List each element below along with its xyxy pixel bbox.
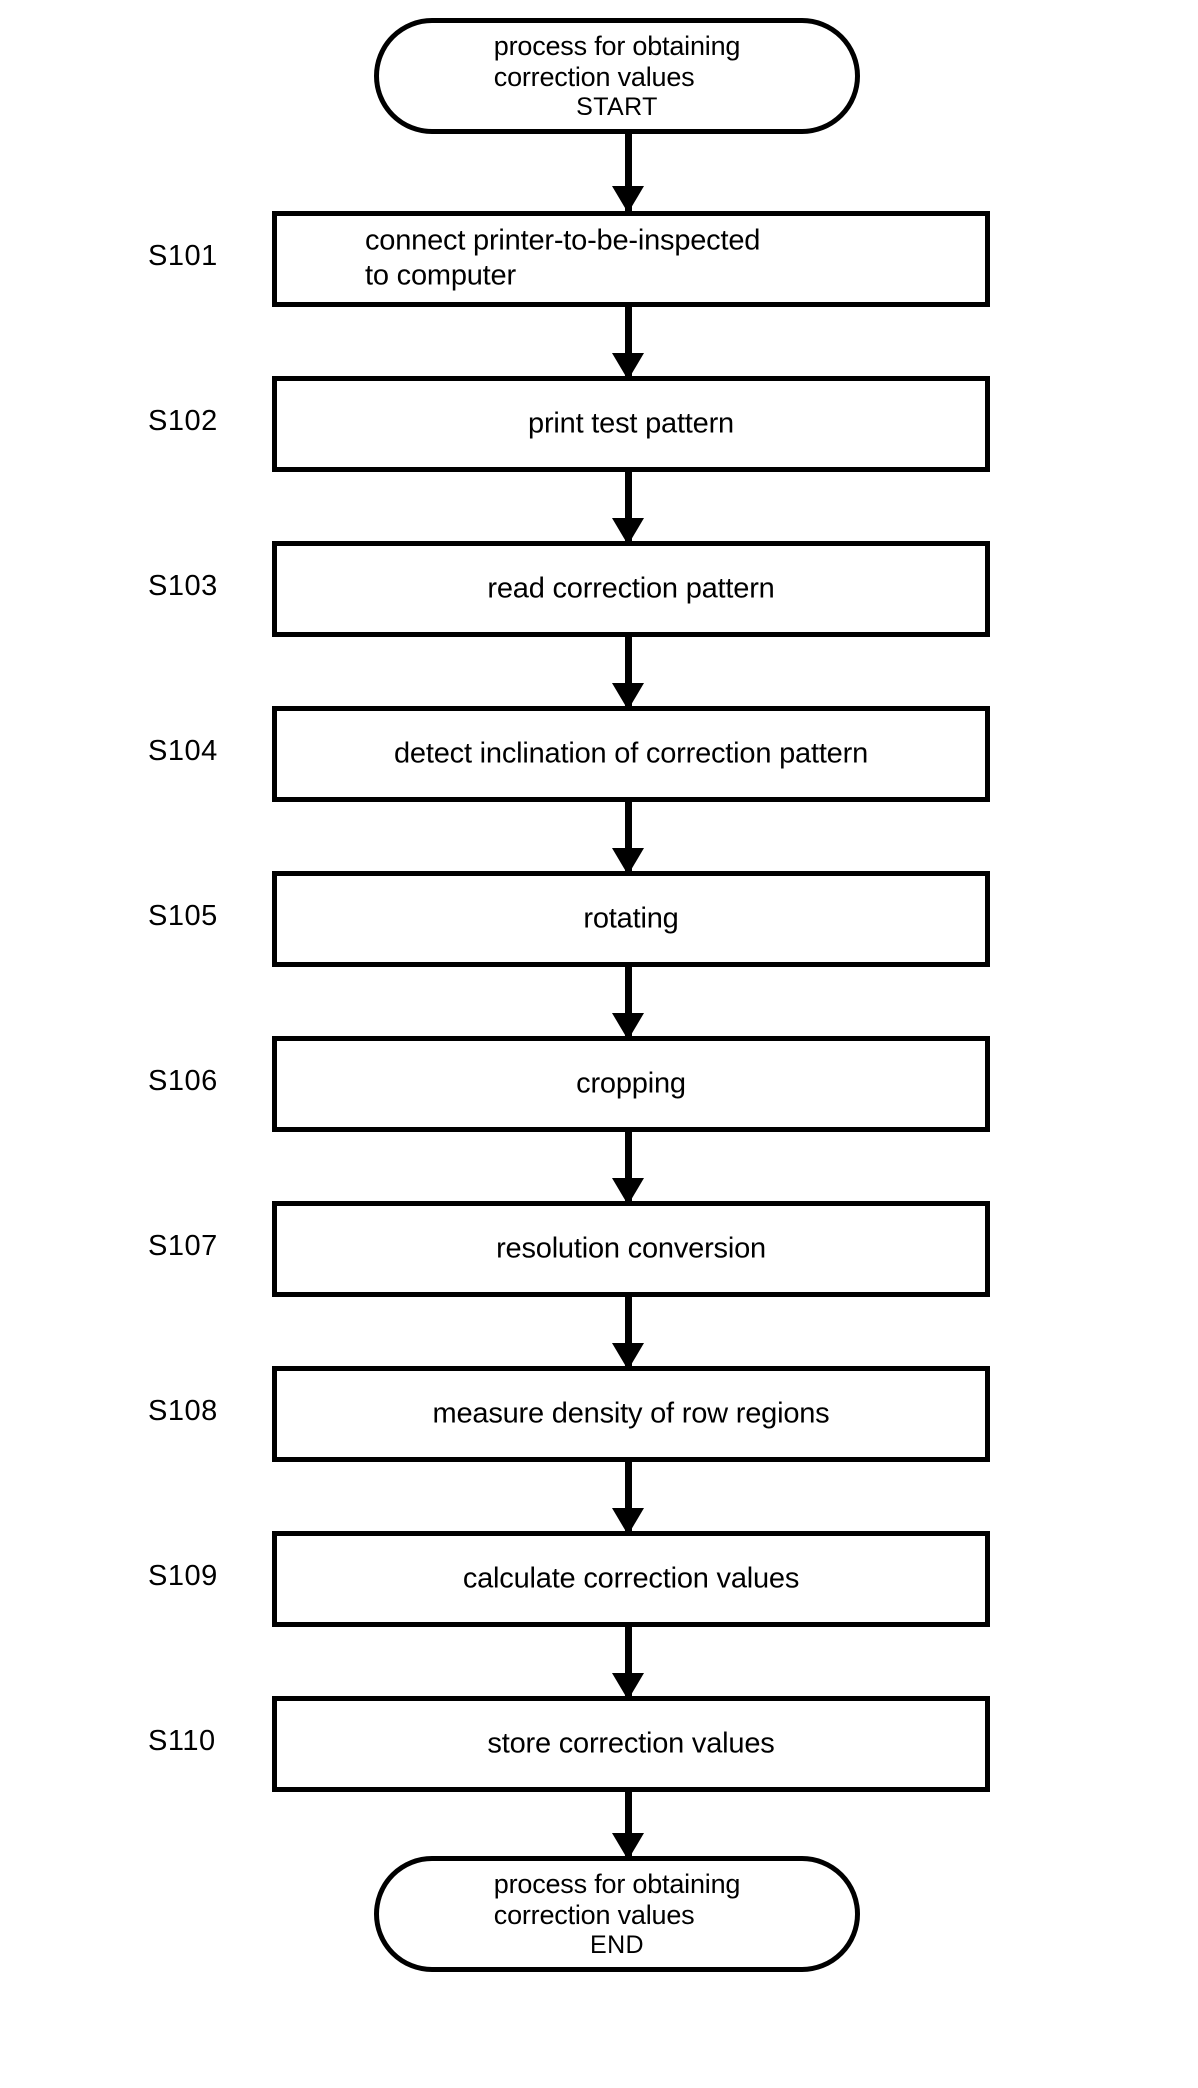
process-box-label: store correction values: [487, 1727, 775, 1760]
process-box-label: detect inclination of correction pattern: [394, 737, 868, 770]
process-box-s102: print test pattern: [272, 376, 990, 472]
step-label-s106: S106: [148, 1065, 218, 1097]
flow-connector-arrow: [612, 1295, 644, 1370]
process-box-s107: resolution conversion: [272, 1201, 990, 1297]
process-box-label: read correction pattern: [487, 572, 775, 605]
process-box-label: calculate correction values: [462, 1562, 800, 1595]
flow-connector-arrow: [612, 1790, 644, 1860]
process-box-label: connect printer-to-be-inspected to compu…: [365, 224, 761, 292]
step-label-s110: S110: [148, 1725, 216, 1757]
start-node-line-2: correction values: [493, 61, 695, 92]
start-node-line-1: process for obtaining: [493, 30, 741, 61]
flowchart-canvas: process for obtaining correction values …: [0, 0, 1198, 2088]
end-node-line-1: process for obtaining: [493, 1868, 741, 1899]
flow-connector-arrow: [612, 132, 644, 213]
arrow-head-icon: [612, 186, 644, 213]
step-label-s107: S107: [148, 1230, 218, 1262]
process-box-s104: detect inclination of correction pattern: [272, 706, 990, 802]
step-label-s109: S109: [148, 1560, 218, 1592]
flow-connector-arrow: [612, 1460, 644, 1535]
process-box-label: resolution conversion: [496, 1232, 766, 1265]
flow-connector-arrow: [612, 1130, 644, 1205]
process-box-s109: calculate correction values: [272, 1531, 990, 1627]
step-label-s103: S103: [148, 570, 218, 602]
process-box-s108: measure density of row regions: [272, 1366, 990, 1462]
flow-connector-arrow: [612, 635, 644, 710]
flow-connector-arrow: [612, 965, 644, 1040]
start-node-title: process for obtaining correction values: [493, 30, 741, 93]
process-box-s103: read correction pattern: [272, 541, 990, 637]
flow-connector-arrow: [612, 1625, 644, 1700]
start-node-state: START: [576, 92, 658, 121]
end-node-text: process for obtaining correction values …: [379, 1869, 855, 1959]
process-box-label: measure density of row regions: [432, 1397, 830, 1430]
flow-connector-arrow: [612, 800, 644, 875]
flow-connector-arrow: [612, 305, 644, 380]
step-label-s105: S105: [148, 900, 218, 932]
process-box-s106: cropping: [272, 1036, 990, 1132]
process-box-s105: rotating: [272, 871, 990, 967]
flowchart-end-node: process for obtaining correction values …: [374, 1856, 860, 1972]
step-label-s108: S108: [148, 1395, 218, 1427]
flowchart-start-node: process for obtaining correction values …: [374, 18, 860, 134]
process-box-label: cropping: [576, 1067, 686, 1100]
step-label-s101: S101: [148, 240, 218, 272]
end-node-state: END: [590, 1930, 644, 1959]
process-box-label: print test pattern: [528, 407, 734, 440]
step-label-s104: S104: [148, 735, 218, 767]
end-node-title: process for obtaining correction values: [493, 1868, 741, 1931]
start-node-text: process for obtaining correction values …: [379, 31, 855, 121]
process-box-s110: store correction values: [272, 1696, 990, 1792]
step-label-s102: S102: [148, 405, 218, 437]
end-node-line-2: correction values: [493, 1899, 695, 1930]
flow-connector-arrow: [612, 470, 644, 545]
process-box-label: rotating: [583, 902, 679, 935]
process-box-s101: connect printer-to-be-inspected to compu…: [272, 211, 990, 307]
